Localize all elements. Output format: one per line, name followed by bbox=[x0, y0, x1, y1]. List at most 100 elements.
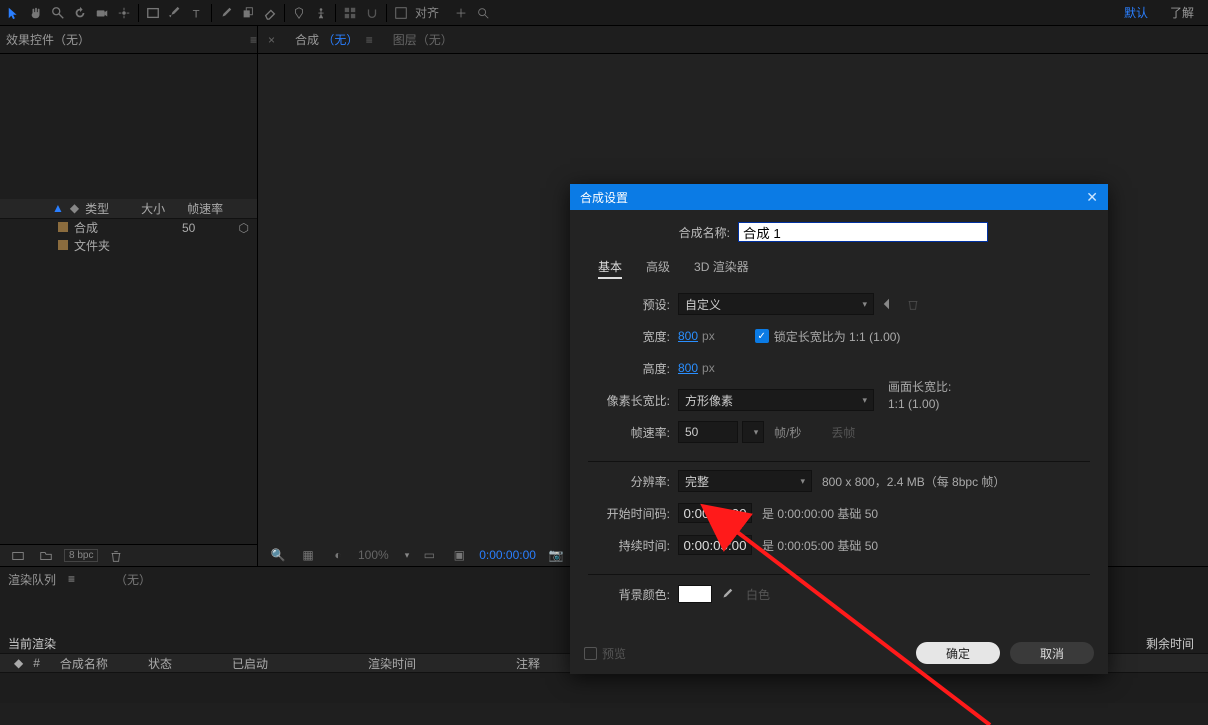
tab-close-icon[interactable]: × bbox=[268, 33, 275, 47]
fps-dropdown-icon[interactable]: ▾ bbox=[742, 421, 764, 443]
panel-menu-icon[interactable]: ≡ bbox=[250, 33, 257, 47]
type-tool-icon[interactable]: T bbox=[187, 3, 207, 23]
cancel-button[interactable]: 取消 bbox=[1010, 642, 1094, 664]
px-unit: px bbox=[702, 329, 715, 343]
row-fps: 50 bbox=[182, 221, 195, 235]
col-size[interactable]: 大小 bbox=[141, 200, 181, 217]
tab-composition[interactable]: 合成 （无） ≡ bbox=[295, 31, 373, 48]
mask-icon[interactable]: ◐ bbox=[328, 545, 348, 565]
snap-tool-icon[interactable] bbox=[362, 3, 382, 23]
row-type: 合成 bbox=[74, 219, 130, 236]
col-type[interactable]: 类型 bbox=[85, 200, 135, 217]
rotate-tool-icon[interactable] bbox=[70, 3, 90, 23]
fps-input[interactable]: 50 bbox=[678, 421, 738, 443]
res-icon[interactable]: ▭ bbox=[419, 545, 439, 565]
preview-checkbox[interactable]: 预览 bbox=[584, 645, 626, 662]
clone-tool-icon[interactable] bbox=[238, 3, 258, 23]
col-comment[interactable]: 注释 bbox=[516, 655, 540, 672]
interpret-icon[interactable] bbox=[8, 546, 28, 566]
grid-tool-icon[interactable] bbox=[340, 3, 360, 23]
current-time[interactable]: 0:00:00:00 bbox=[479, 548, 536, 562]
transparency-icon[interactable]: ▦ bbox=[298, 545, 318, 565]
resolution-select[interactable]: 完整▾ bbox=[678, 470, 812, 492]
zoom-tool-icon[interactable] bbox=[48, 3, 68, 23]
main-toolbar: T 对齐 默认 了解 bbox=[0, 0, 1208, 26]
eyedropper-icon[interactable] bbox=[718, 585, 736, 603]
panel-menu-icon[interactable]: ≡ bbox=[68, 572, 75, 586]
separator bbox=[211, 4, 212, 22]
align-label[interactable]: 对齐 bbox=[415, 4, 439, 21]
zoom-caret-icon[interactable]: ▾ bbox=[405, 550, 410, 561]
height-label: 高度: bbox=[588, 360, 670, 377]
col-render-time[interactable]: 渲染时间 bbox=[368, 655, 416, 672]
separator bbox=[138, 4, 139, 22]
col-started[interactable]: 已启动 bbox=[232, 655, 268, 672]
flowchart-icon[interactable]: ⬡ bbox=[239, 221, 249, 235]
sort-arrow-icon[interactable]: ▲ bbox=[52, 201, 64, 215]
tab-3d-renderer[interactable]: 3D 渲染器 bbox=[694, 258, 749, 279]
bpc-toggle[interactable]: 8 bpc bbox=[64, 549, 98, 562]
project-footer: 8 bpc bbox=[0, 544, 257, 566]
dialog-titlebar[interactable]: 合成设置 ✕ bbox=[570, 184, 1108, 210]
channel-icon[interactable]: ▣ bbox=[449, 545, 469, 565]
effect-controls-tab[interactable]: 效果控件（无） ≡ bbox=[0, 26, 257, 54]
tab-layer[interactable]: 图层（无） bbox=[393, 31, 453, 48]
width-value[interactable]: 800 bbox=[678, 329, 698, 343]
camera-tool-icon[interactable] bbox=[92, 3, 112, 23]
save-preset-icon[interactable] bbox=[880, 295, 898, 313]
lock-aspect-checkbox[interactable]: ✓ 锁定长宽比为 1:1 (1.00) bbox=[755, 328, 901, 345]
duration-label: 持续时间: bbox=[588, 537, 670, 554]
par-label: 像素长宽比: bbox=[588, 392, 670, 409]
roto-tool-icon[interactable] bbox=[289, 3, 309, 23]
selection-tool-icon[interactable] bbox=[4, 3, 24, 23]
dialog-footer: 预览 确定 取消 bbox=[570, 632, 1108, 674]
tab-advanced[interactable]: 高级 bbox=[646, 258, 670, 279]
start-timecode-input[interactable] bbox=[678, 503, 752, 523]
separator bbox=[284, 4, 285, 22]
svg-text:T: T bbox=[193, 8, 200, 20]
workspace-default[interactable]: 默认 bbox=[1124, 4, 1148, 21]
search-icon[interactable] bbox=[473, 3, 493, 23]
comp-name-input[interactable] bbox=[738, 222, 988, 242]
ok-button[interactable]: 确定 bbox=[916, 642, 1000, 664]
project-row[interactable]: 文件夹 bbox=[0, 237, 257, 255]
rect-tool-icon[interactable] bbox=[143, 3, 163, 23]
magnify-icon[interactable]: 🔍 bbox=[268, 545, 288, 565]
snap-toggle-icon[interactable] bbox=[451, 3, 471, 23]
start-timecode-label: 开始时间码: bbox=[588, 505, 670, 522]
puppet-tool-icon[interactable] bbox=[311, 3, 331, 23]
fps-unit: 帧/秒 bbox=[774, 424, 801, 441]
composition-tabs: × 合成 （无） ≡ 图层（无） bbox=[258, 26, 1208, 54]
pen-tool-icon[interactable] bbox=[165, 3, 185, 23]
snapshot-icon[interactable]: 📷 bbox=[546, 545, 566, 565]
tag-icon[interactable]: ◆ bbox=[70, 201, 79, 215]
par-select[interactable]: 方形像素▾ bbox=[678, 389, 874, 411]
drop-frame-disabled: 丢帧 bbox=[831, 424, 855, 441]
zoom-level[interactable]: 100% bbox=[358, 548, 389, 562]
close-icon[interactable]: ✕ bbox=[1086, 189, 1098, 206]
col-expand-icon[interactable]: ◆ bbox=[14, 656, 23, 670]
col-fps[interactable]: 帧速率 bbox=[187, 200, 223, 217]
workspace-learn[interactable]: 了解 bbox=[1170, 4, 1194, 21]
separator bbox=[335, 4, 336, 22]
tab-basic[interactable]: 基本 bbox=[598, 258, 622, 279]
trash-icon[interactable] bbox=[106, 546, 126, 566]
col-comp-name[interactable]: 合成名称 bbox=[60, 655, 108, 672]
eraser-tool-icon[interactable] bbox=[260, 3, 280, 23]
duration-input[interactable] bbox=[678, 535, 752, 555]
align-box-icon[interactable] bbox=[391, 3, 411, 23]
hand-tool-icon[interactable] bbox=[26, 3, 46, 23]
new-folder-icon[interactable] bbox=[36, 546, 56, 566]
delete-preset-icon[interactable] bbox=[904, 295, 922, 313]
row-type: 文件夹 bbox=[74, 237, 110, 254]
height-value[interactable]: 800 bbox=[678, 361, 698, 375]
preset-select[interactable]: 自定义▾ bbox=[678, 293, 874, 315]
brush-tool-icon[interactable] bbox=[216, 3, 236, 23]
left-panel: 效果控件（无） ≡ ▲ ◆ 类型 大小 帧速率 合成 50 ⬡ 文件夹 bbox=[0, 26, 258, 566]
col-status[interactable]: 状态 bbox=[148, 655, 172, 672]
bg-color-name: 白色 bbox=[746, 586, 770, 603]
anchor-tool-icon[interactable] bbox=[114, 3, 134, 23]
bg-color-swatch[interactable] bbox=[678, 585, 712, 603]
project-row[interactable]: 合成 50 ⬡ bbox=[0, 219, 257, 237]
col-num[interactable]: # bbox=[33, 656, 40, 670]
